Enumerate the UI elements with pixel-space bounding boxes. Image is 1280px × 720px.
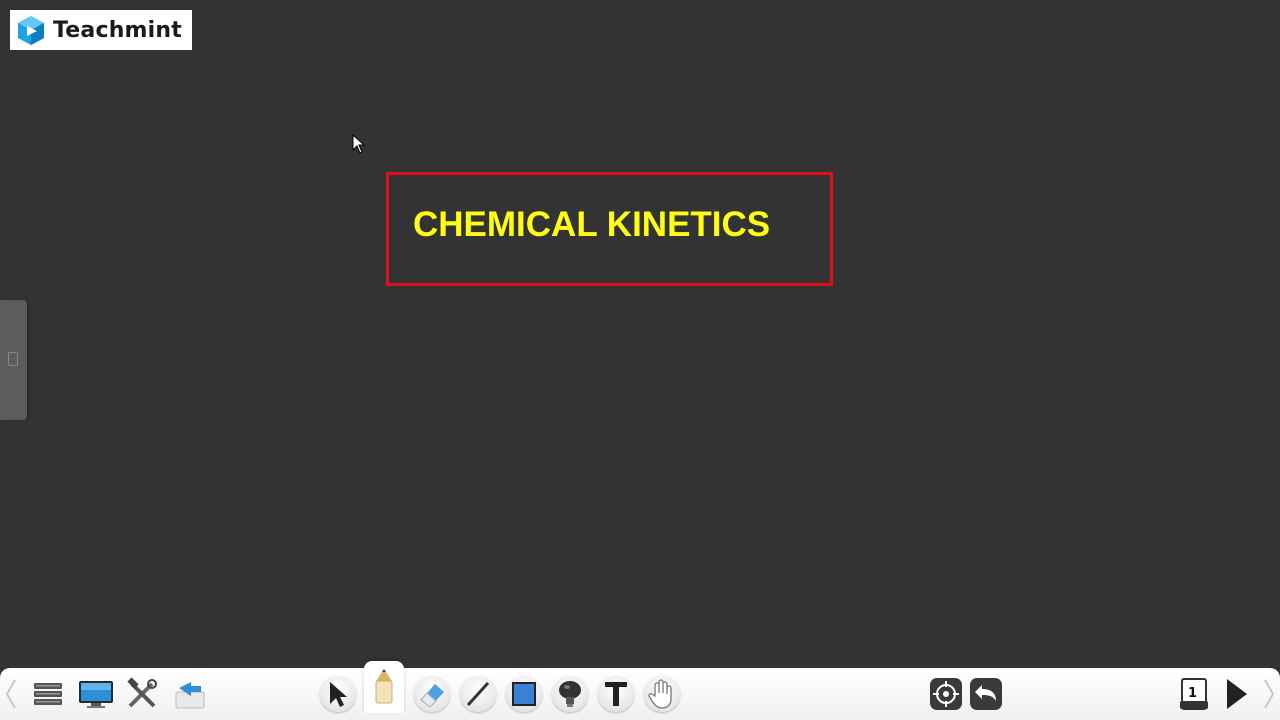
hand-icon xyxy=(648,679,672,709)
hand-tool-button[interactable] xyxy=(642,674,682,714)
tools-button[interactable] xyxy=(122,674,162,714)
pen-tool-button[interactable] xyxy=(364,661,404,713)
pen-icon xyxy=(375,669,393,704)
select-tool-button[interactable] xyxy=(318,674,358,714)
undo-icon xyxy=(970,678,1002,710)
slide-title: CHEMICAL KINETICS xyxy=(413,205,771,244)
grip-icon xyxy=(8,352,18,366)
spotlight-icon xyxy=(559,681,581,707)
target-button[interactable] xyxy=(926,674,966,714)
open-file-icon xyxy=(175,682,205,709)
scroll-left-icon[interactable] xyxy=(3,676,19,712)
teachmint-logo-icon xyxy=(18,16,44,45)
tools-icon xyxy=(127,677,157,708)
line-icon xyxy=(466,681,490,707)
screen-icon xyxy=(79,681,113,708)
next-page-button[interactable] xyxy=(1216,674,1256,714)
menu-button[interactable] xyxy=(28,674,68,714)
screen-button[interactable] xyxy=(76,674,116,714)
play-next-icon xyxy=(1227,679,1247,709)
spotlight-tool-button[interactable] xyxy=(550,674,590,714)
bottom-toolbar: 1 xyxy=(0,661,1280,720)
eraser-icon xyxy=(420,684,444,708)
scroll-right-icon[interactable] xyxy=(1261,676,1277,712)
eraser-tool-button[interactable] xyxy=(412,674,452,714)
target-icon xyxy=(930,678,962,710)
text-tool-button[interactable] xyxy=(596,674,636,714)
open-file-button[interactable] xyxy=(170,674,210,714)
select-arrow-icon xyxy=(330,682,347,707)
menu-icon xyxy=(34,683,62,705)
teachmint-logo: Teachmint xyxy=(10,10,192,50)
mouse-cursor-icon xyxy=(352,134,366,154)
rectangle-tool-button[interactable] xyxy=(504,674,544,714)
page-number: 1 xyxy=(1188,686,1198,701)
side-panel-handle[interactable] xyxy=(0,300,27,420)
slide-title-box[interactable]: CHEMICAL KINETICS xyxy=(386,172,833,286)
brand-name: Teachmint xyxy=(53,17,182,43)
text-icon xyxy=(605,682,627,706)
rectangle-icon xyxy=(512,682,536,706)
page-indicator[interactable]: 1 xyxy=(1174,674,1214,714)
undo-button[interactable] xyxy=(966,674,1006,714)
line-tool-button[interactable] xyxy=(458,674,498,714)
